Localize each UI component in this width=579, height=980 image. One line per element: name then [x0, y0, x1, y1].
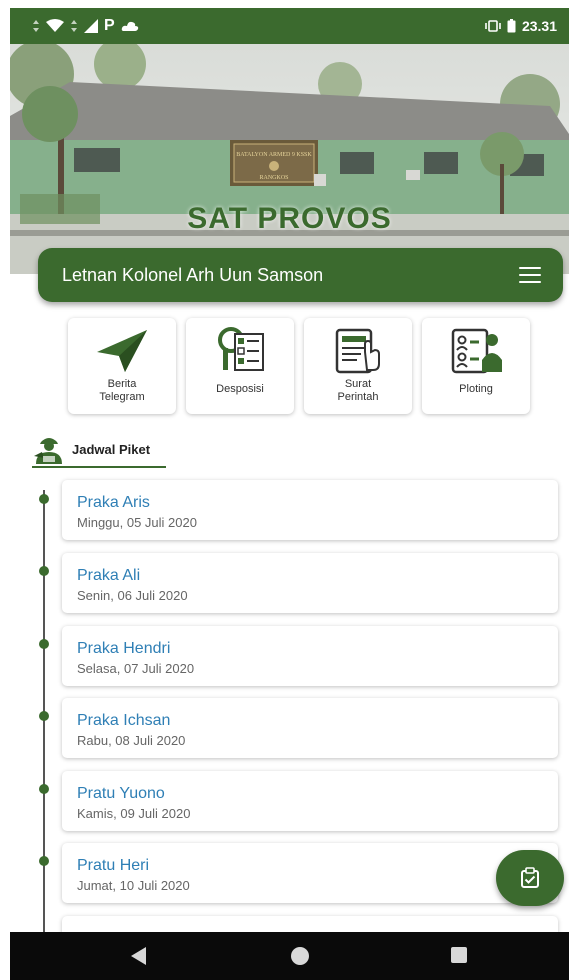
- hamburger-menu-icon[interactable]: [519, 267, 541, 283]
- tablet-document-icon: [304, 326, 412, 376]
- timeline-dot: [39, 494, 49, 504]
- sign-text-bottom: RANGKOS: [259, 175, 288, 181]
- app-screen: P 23.31 BATALYON ARMED 9 KSSK RANGKOS SA…: [10, 8, 569, 932]
- timeline-dot: [39, 711, 49, 721]
- wifi-icon: [46, 19, 64, 32]
- schedule-name: Pratu Yuono: [77, 785, 165, 802]
- battery-icon: [507, 19, 516, 33]
- schedule-name: Pratu Heri: [77, 857, 150, 874]
- status-left-icons: P: [32, 17, 139, 35]
- tile-label: Desposisi: [216, 383, 264, 395]
- signal-icon: [84, 19, 98, 33]
- hero-banner: BATALYON ARMED 9 KSSK RANGKOS SAT PROVOS: [10, 44, 569, 274]
- clipboard-check-fab[interactable]: [496, 850, 564, 906]
- schedule-item[interactable]: Praka Ichsan Rabu, 08 Juli 2020: [62, 698, 558, 758]
- jadwal-piket-header: Jadwal Piket: [32, 432, 172, 468]
- timeline-dot: [39, 856, 49, 866]
- tile-surat-perintah[interactable]: Surat Perintah: [304, 318, 412, 414]
- user-header-bar: Letnan Kolonel Arh Uun Samson: [38, 248, 563, 302]
- section-underline: [32, 466, 166, 468]
- schedule-date: Rabu, 08 Juli 2020: [77, 733, 186, 748]
- barracks-photo: BATALYON ARMED 9 KSSK RANGKOS: [10, 44, 569, 274]
- tile-desposisi[interactable]: Desposisi: [186, 318, 294, 414]
- timeline-dot: [39, 784, 49, 794]
- schedule-item-partial[interactable]: [62, 916, 558, 932]
- schedule-item[interactable]: Praka Hendri Selasa, 07 Juli 2020: [62, 626, 558, 686]
- schedule-item[interactable]: Praka Ali Senin, 06 Juli 2020: [62, 553, 558, 613]
- cloud-icon: [121, 21, 138, 31]
- vibrate-icon: [485, 20, 501, 32]
- recents-square-icon[interactable]: [450, 946, 468, 964]
- sign-text-top: BATALYON ARMED 9 KSSK: [236, 152, 312, 158]
- data-arrows-icon: [71, 20, 77, 32]
- person-assignment-icon: [422, 326, 530, 376]
- data-arrows-icon: [33, 20, 39, 32]
- tile-berita-telegram[interactable]: Berita Telegram: [68, 318, 176, 414]
- paper-plane-icon: [68, 326, 176, 376]
- schedule-item[interactable]: Praka Aris Minggu, 05 Juli 2020: [62, 480, 558, 540]
- schedule-item[interactable]: Pratu Yuono Kamis, 09 Juli 2020: [62, 771, 558, 831]
- status-right-icons: 23.31: [485, 18, 557, 34]
- tile-label: Ploting: [459, 383, 493, 395]
- status-bar: P 23.31: [10, 8, 569, 44]
- soldier-icon: [34, 438, 62, 464]
- clipboard-check-icon: [521, 867, 539, 888]
- schedule-name: Praka Ali: [77, 567, 141, 584]
- back-triangle-icon[interactable]: [130, 946, 148, 966]
- feature-tiles: Berita Telegram Desposisi Surat Perintah…: [68, 318, 534, 414]
- timeline-dot: [39, 639, 49, 649]
- schedule-name: Praka Hendri: [77, 640, 171, 657]
- system-nav-bar: [10, 932, 569, 980]
- schedule-name: Praka Ichsan: [77, 712, 171, 729]
- schedule-item[interactable]: Pratu Heri Jumat, 10 Juli 2020: [62, 843, 558, 903]
- section-title: Jadwal Piket: [72, 442, 151, 457]
- timeline-dot: [39, 566, 49, 576]
- schedule-name: Praka Aris: [77, 494, 150, 511]
- tile-label: Surat Perintah: [337, 378, 379, 403]
- schedule-date: Jumat, 10 Juli 2020: [77, 878, 190, 893]
- schedule-date: Senin, 06 Juli 2020: [77, 588, 188, 603]
- home-circle-icon[interactable]: [290, 946, 310, 966]
- user-name: Letnan Kolonel Arh Uun Samson: [62, 265, 324, 285]
- tile-label: Berita Telegram: [99, 378, 145, 403]
- parking-app-icon: P: [104, 17, 115, 34]
- hero-title: SAT PROVOS: [187, 202, 392, 235]
- status-time: 23.31: [521, 18, 557, 34]
- checklist-search-icon: [186, 326, 294, 376]
- schedule-date: Minggu, 05 Juli 2020: [77, 515, 197, 530]
- schedule-date: Kamis, 09 Juli 2020: [77, 806, 191, 821]
- tile-ploting[interactable]: Ploting: [422, 318, 530, 414]
- schedule-date: Selasa, 07 Juli 2020: [77, 661, 195, 676]
